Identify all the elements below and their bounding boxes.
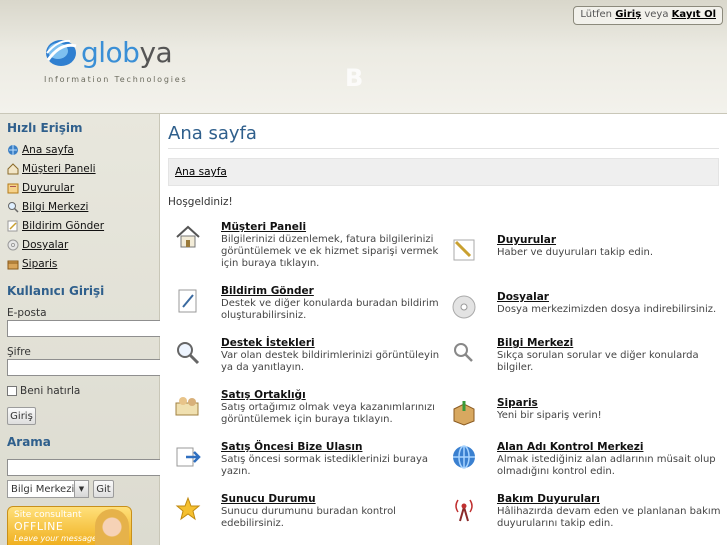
tile-downloads-link[interactable]: Dosyalar (497, 291, 549, 303)
quick-access-title: Hızlı Erişim (7, 121, 83, 135)
user-login-title: Kullanıcı Girişi (7, 284, 105, 298)
tile-maintenance-link[interactable]: Bakım Duyuruları (497, 493, 600, 505)
login-register-box: Lütfen Giriş veya Kayıt Ol (573, 6, 723, 25)
tile-presales-link[interactable]: Satış Öncesi Bize Ulasın (221, 441, 362, 453)
tile-submit-ticket-link[interactable]: Bildirim Gönder (221, 285, 314, 297)
search-go-button[interactable]: Git (93, 480, 114, 498)
announcement-icon (453, 239, 475, 261)
search-category-select[interactable]: Bilgi Merkezi ▼ (7, 480, 89, 498)
pen-icon (7, 220, 18, 232)
announcement-icon (7, 183, 19, 194)
disc-icon (7, 239, 19, 251)
sidebar-item-order[interactable]: Siparis (7, 256, 57, 272)
sidebar-item-submit-ticket[interactable]: Bildirim Gönder (7, 218, 104, 234)
magnifier-icon (454, 343, 473, 362)
logo-swirl-icon (46, 39, 77, 66)
live-support-badge[interactable]: Site consultant OFFLINE Leave your messa… (7, 506, 132, 545)
disc-icon (452, 295, 476, 319)
tile-announcements-link[interactable]: Duyurular (497, 234, 556, 246)
welcome-text: Hoşgeldiniz! (168, 196, 233, 208)
tile-support-tickets-link[interactable]: Destek İstekleri (221, 337, 315, 349)
sidebar-item-home[interactable]: Ana sayfa (7, 142, 74, 158)
antenna-icon (455, 499, 473, 522)
svg-text:B: B (345, 64, 363, 90)
tile-server-status-link[interactable]: Sunucu Durumu (221, 493, 316, 505)
tile-order-link[interactable]: Siparis (497, 397, 538, 409)
password-field[interactable] (7, 359, 167, 376)
page-title: Ana sayfa (168, 123, 257, 144)
password-label: Şifre (7, 346, 31, 358)
home-globe-icon (8, 145, 18, 155)
pen-icon (178, 289, 197, 313)
email-label: E-posta (7, 307, 47, 319)
decorative-glyph-icon: B (345, 64, 363, 90)
tile-affiliates-link[interactable]: Satış Ortaklığı (221, 389, 306, 401)
search-input[interactable] (7, 459, 167, 476)
sidebar-item-announcements[interactable]: Duyurular (7, 180, 74, 196)
sidebar-item-customer-panel[interactable]: Müşteri Paneli (7, 161, 96, 177)
search-title: Arama (7, 435, 51, 449)
sidebar: Hızlı Erişim Ana sayfa Müşteri Paneli Du… (0, 113, 167, 545)
tile-customer-panel-link[interactable]: Müşteri Paneli (221, 221, 306, 233)
tile-knowledge-base-link[interactable]: Bilgi Merkezi (497, 337, 573, 349)
checkbox-box[interactable] (7, 386, 17, 396)
sidebar-item-downloads[interactable]: Dosyalar (7, 237, 68, 253)
header: globya Information Technologies Lütfen G… (0, 0, 727, 113)
chevron-down-icon: ▼ (74, 481, 88, 497)
login-link[interactable]: Giriş (615, 9, 641, 20)
house-icon (7, 163, 19, 175)
remember-me-checkbox[interactable]: Beni hatırla (7, 385, 80, 397)
sidebar-item-knowledge-base[interactable]: Bilgi Merkezi (7, 199, 88, 215)
star-icon (175, 496, 201, 521)
breadcrumb-home-link[interactable]: Ana sayfa (175, 166, 227, 178)
box-icon (453, 401, 475, 426)
consultant-avatar (95, 509, 129, 545)
main-content: Ana sayfa Ana sayfa Hoşgeldiniz! Müşteri… (160, 113, 727, 545)
partners-icon (175, 397, 199, 416)
house-icon (176, 225, 200, 248)
tile-domain-checker-link[interactable]: Alan Adı Kontrol Merkezi (497, 441, 643, 453)
breadcrumb: Ana sayfa (168, 158, 719, 186)
logo-text: globya (81, 36, 173, 69)
email-field[interactable] (7, 320, 167, 337)
magnifier-icon (8, 202, 19, 213)
title-divider (168, 148, 719, 149)
logo-tagline: Information Technologies (44, 75, 188, 84)
arrow-icon (176, 447, 201, 467)
globe-icon (453, 445, 475, 469)
register-link[interactable]: Kayıt Ol (672, 9, 716, 20)
box-icon (7, 260, 19, 270)
login-button[interactable]: Giriş (7, 407, 36, 425)
search-icon (177, 342, 200, 365)
